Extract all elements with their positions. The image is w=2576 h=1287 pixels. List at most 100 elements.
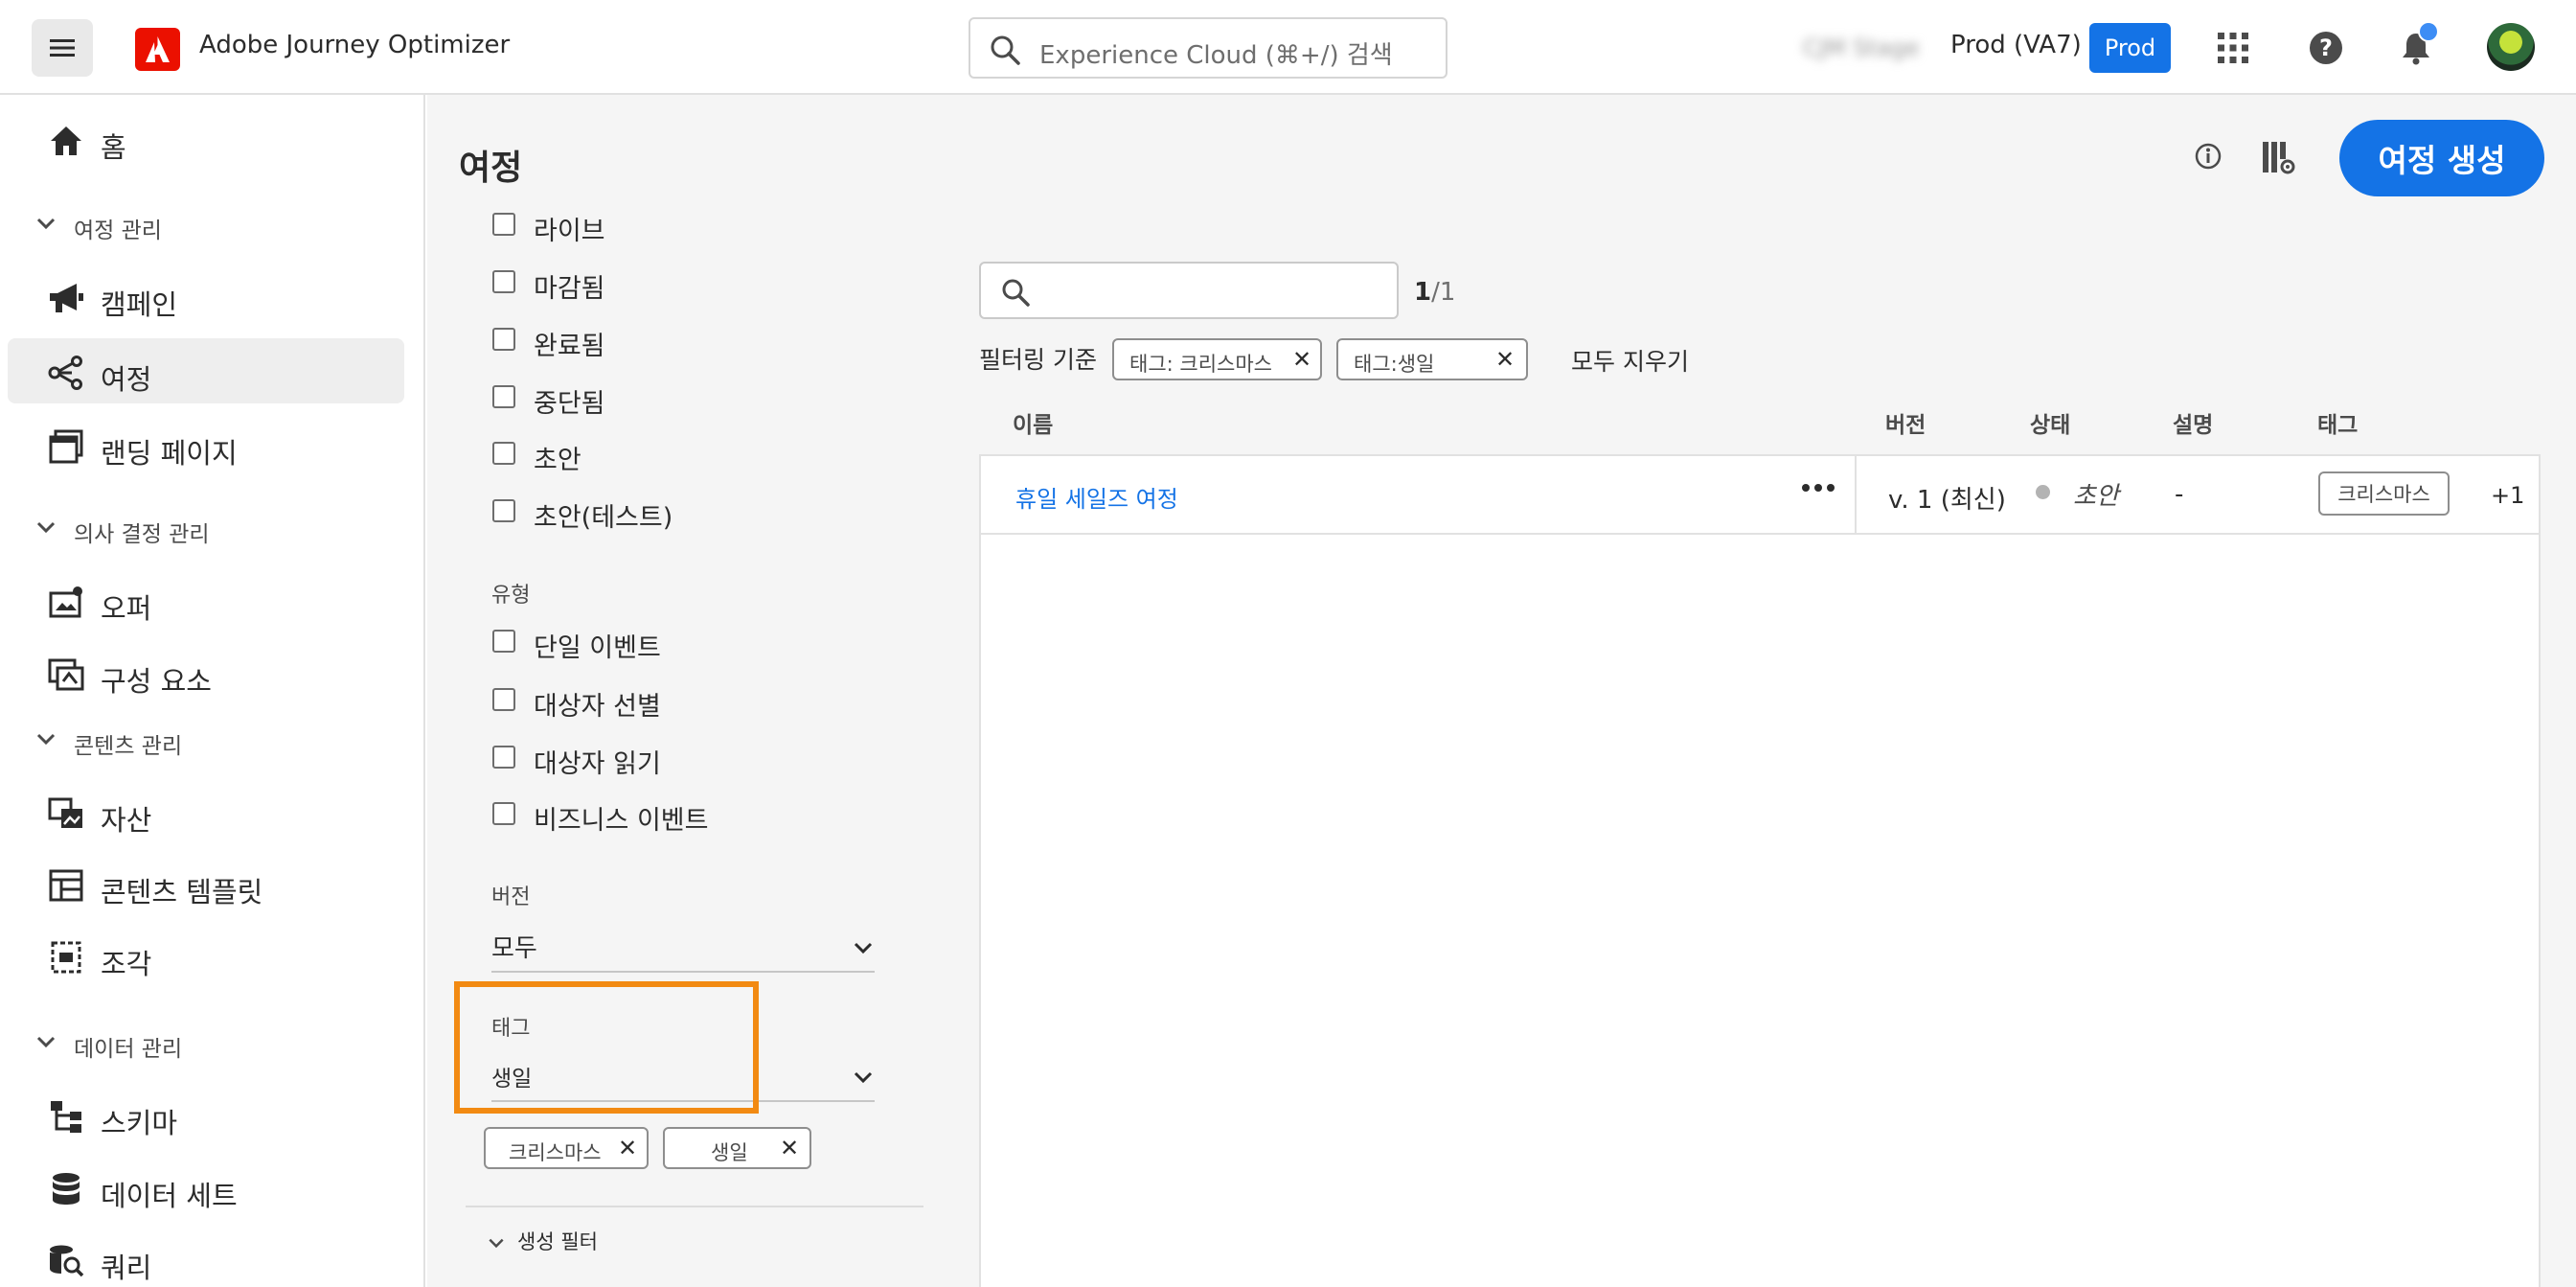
query-icon — [48, 1244, 84, 1278]
filter-type-business-event[interactable]: 비즈니스 이벤트 — [492, 802, 708, 836]
fragment-icon — [48, 940, 84, 975]
filter-status-finished[interactable]: 완료됨 — [492, 328, 605, 361]
checkbox[interactable] — [492, 630, 515, 653]
help-icon[interactable]: ? — [2301, 23, 2351, 73]
checkbox[interactable] — [492, 688, 515, 711]
journey-search-input[interactable] — [979, 262, 1399, 319]
checkbox-label: 초안 — [534, 446, 581, 475]
app-switcher-icon[interactable] — [2208, 23, 2258, 73]
nav-section-journey-management[interactable]: 여정 관리 — [0, 200, 425, 248]
selected-tag-chip[interactable]: 생일 ✕ — [663, 1127, 811, 1169]
adobe-logo-icon[interactable] — [135, 28, 180, 71]
selected-tag-chip[interactable]: 크리스마스 ✕ — [484, 1127, 649, 1169]
column-header-name[interactable]: 이름 — [1013, 406, 1053, 439]
column-header-tags[interactable]: 태그 — [2317, 406, 2358, 439]
template-icon — [48, 868, 84, 903]
journey-version: v. 1 (최신) — [1888, 486, 2006, 515]
info-icon[interactable] — [2194, 142, 2223, 174]
filter-type-read-audience[interactable]: 대상자 읽기 — [492, 746, 661, 779]
active-filter-chip[interactable]: 태그:생일 ✕ — [1336, 338, 1528, 380]
nav-item-components[interactable]: 구성 요소 — [0, 640, 425, 707]
column-settings-icon[interactable] — [2261, 140, 2295, 178]
filter-status-stopped[interactable]: 중단됨 — [492, 385, 605, 419]
journey-name-link[interactable]: 휴일 세일즈 여정 — [1015, 480, 1178, 514]
checkbox-label: 중단됨 — [534, 389, 605, 419]
nav-item-landing-pages[interactable]: 랜딩 페이지 — [0, 412, 425, 479]
schema-icon — [48, 1099, 84, 1134]
close-icon[interactable]: ✕ — [780, 1135, 799, 1161]
journey-tag-badge[interactable]: 크리스마스 — [2318, 471, 2450, 516]
left-navigation: 홈 여정 관리 캠페인 여정 랜딩 페이지 의사 결정 관리 오퍼 구성 요소 … — [0, 95, 425, 1287]
nav-section-content-management[interactable]: 콘텐츠 관리 — [0, 716, 425, 764]
global-search-input[interactable]: Experience Cloud (⌘+/) 검색 — [969, 17, 1448, 79]
filter-type-unitary-event[interactable]: 단일 이벤트 — [492, 630, 661, 663]
nav-item-schemas[interactable]: 스키마 — [0, 1082, 425, 1149]
checkbox[interactable] — [492, 385, 515, 408]
user-avatar[interactable] — [2487, 23, 2535, 71]
checkbox[interactable] — [492, 746, 515, 769]
checkbox[interactable] — [492, 328, 515, 351]
nav-section-data-management[interactable]: 데이터 관리 — [0, 1019, 425, 1067]
active-filter-chip[interactable]: 태그: 크리스마스 ✕ — [1112, 338, 1322, 380]
nav-label: 콘텐츠 템플릿 — [101, 876, 263, 908]
filter-status-live[interactable]: 라이브 — [492, 213, 605, 246]
nav-label: 오퍼 — [101, 592, 152, 625]
nav-item-datasets[interactable]: 데이터 세트 — [0, 1155, 425, 1222]
nav-label: 캠페인 — [101, 288, 178, 321]
notification-bell-icon[interactable] — [2391, 21, 2441, 73]
nav-item-home[interactable]: 홈 — [0, 106, 425, 173]
journey-description: - — [2175, 480, 2184, 509]
checkbox[interactable] — [492, 442, 515, 465]
column-header-version[interactable]: 버전 — [1885, 406, 1926, 439]
close-icon[interactable]: ✕ — [1292, 346, 1311, 373]
filter-status-closed[interactable]: 마감됨 — [492, 270, 605, 304]
filter-by-label: 필터링 기준 — [979, 346, 1097, 374]
checkbox[interactable] — [492, 802, 515, 825]
nav-label: 자산 — [101, 804, 152, 837]
offer-icon — [48, 585, 84, 619]
more-tags-count[interactable]: +1 — [2491, 482, 2524, 509]
creation-filter-toggle[interactable]: 생성 필터 — [487, 1227, 598, 1255]
environment-label[interactable]: Prod (VA7) — [1950, 31, 2082, 59]
checkbox[interactable] — [492, 499, 515, 522]
filter-status-draft-test[interactable]: 초안(테스트) — [492, 499, 672, 533]
page-title: 여정 — [459, 149, 523, 188]
checkbox-label: 초안(테스트) — [534, 503, 673, 533]
checkbox[interactable] — [492, 270, 515, 293]
nav-label: 랜딩 페이지 — [101, 437, 238, 470]
nav-item-journeys[interactable]: 여정 — [0, 338, 425, 405]
checkbox[interactable] — [492, 213, 515, 236]
nav-item-assets[interactable]: 자산 — [0, 779, 425, 846]
org-name[interactable]: CJM Stage — [1803, 34, 1920, 61]
nav-label: 데이터 세트 — [101, 1180, 238, 1212]
more-actions-icon[interactable] — [1801, 479, 1835, 497]
nav-section-label: 데이터 관리 — [74, 1037, 183, 1062]
menu-icon[interactable] — [32, 19, 93, 77]
checkbox-label: 대상자 읽기 — [534, 749, 661, 779]
nav-item-campaigns[interactable]: 캠페인 — [0, 264, 425, 331]
close-icon[interactable]: ✕ — [618, 1135, 637, 1161]
chevron-down-icon — [854, 1071, 873, 1084]
row-divider — [979, 533, 2541, 535]
nav-item-content-templates[interactable]: 콘텐츠 템플릿 — [0, 851, 425, 918]
column-header-description[interactable]: 설명 — [2173, 406, 2213, 439]
close-icon[interactable]: ✕ — [1495, 346, 1515, 373]
nav-item-queries[interactable]: 쿼리 — [0, 1227, 425, 1287]
filter-type-audience-qualification[interactable]: 대상자 선별 — [492, 688, 661, 722]
clear-all-filters-link[interactable]: 모두 지우기 — [1571, 343, 1689, 378]
database-icon — [48, 1172, 84, 1207]
nav-item-offers[interactable]: 오퍼 — [0, 567, 425, 634]
version-dropdown[interactable]: 모두 — [491, 923, 875, 973]
notification-dot — [2418, 21, 2439, 42]
app-name[interactable]: Adobe Journey Optimizer — [199, 31, 510, 59]
nav-item-fragments[interactable]: 조각 — [0, 923, 425, 990]
environment-badge[interactable]: Prod — [2089, 23, 2171, 73]
create-journey-button[interactable]: 여정 생성 — [2339, 120, 2544, 196]
chevron-down-icon — [36, 521, 56, 534]
search-icon — [991, 35, 1020, 65]
filter-status-draft[interactable]: 초안 — [492, 442, 581, 475]
status-dot-icon — [2036, 485, 2050, 499]
nav-section-decision-management[interactable]: 의사 결정 관리 — [0, 504, 425, 552]
column-header-status[interactable]: 상태 — [2030, 406, 2070, 439]
megaphone-icon — [48, 281, 84, 315]
